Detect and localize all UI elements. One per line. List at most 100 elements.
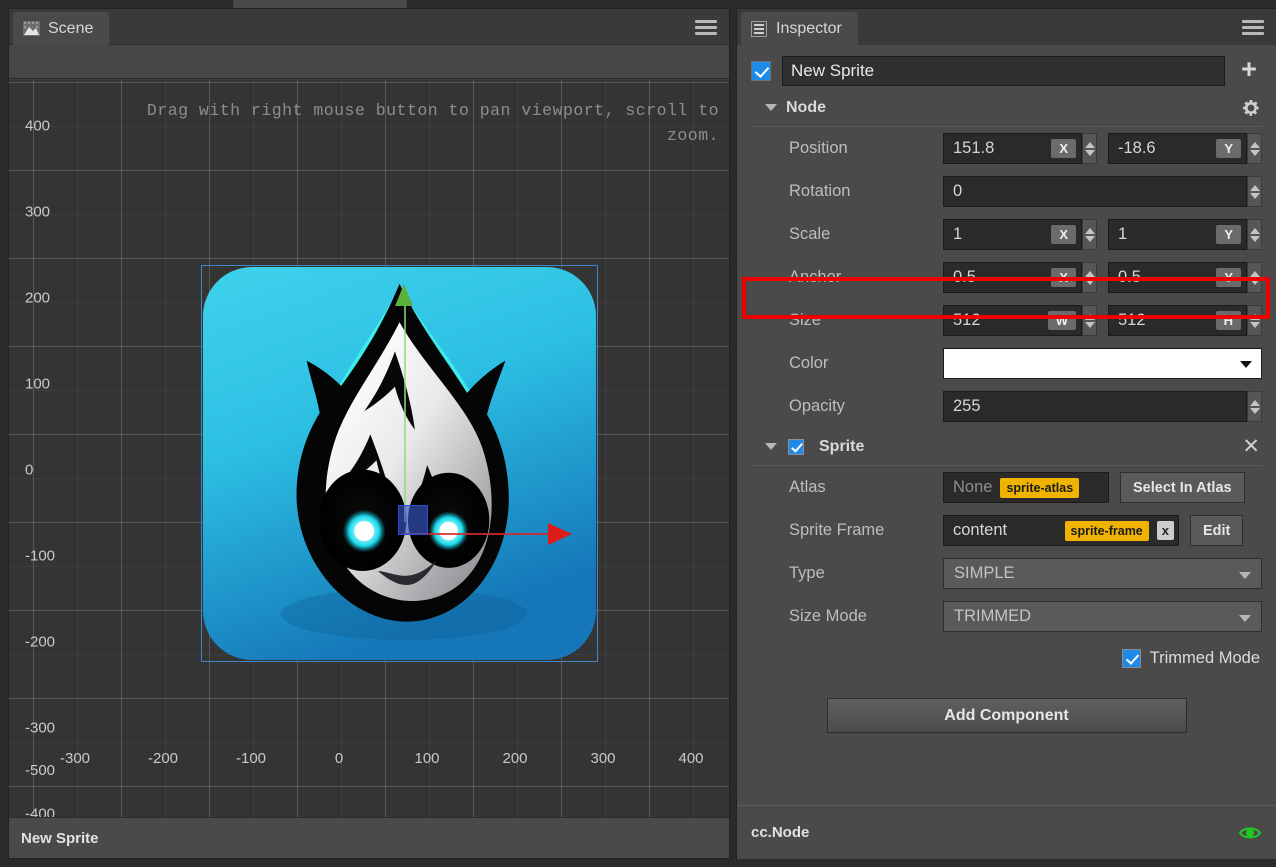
anchor-stepper-y[interactable] [1247, 262, 1262, 293]
add-component-button[interactable]: Add Component [827, 698, 1187, 733]
scale-label: Scale [751, 225, 943, 244]
gizmo-center-handle[interactable] [398, 505, 428, 535]
node-section-header[interactable]: Node [751, 89, 1262, 127]
node-enabled-checkbox[interactable] [751, 61, 771, 81]
inspector-tabbar: Inspector [737, 9, 1276, 45]
sprite-section-title: Sprite [819, 438, 864, 456]
node-name-row: New Sprite + [751, 45, 1262, 89]
size-mode-value: TRIMMED [954, 607, 1031, 626]
position-input-x[interactable]: 151.8X [943, 133, 1082, 164]
tab-scene[interactable]: Scene [13, 12, 109, 45]
size-input-h[interactable]: 512H [1108, 305, 1247, 336]
scene-viewport[interactable]: Drag with right mouse button to pan view… [9, 80, 729, 817]
scale-stepper-x[interactable] [1082, 219, 1097, 250]
caret-down-icon [1250, 279, 1260, 285]
caret-down-icon [1250, 193, 1260, 199]
scene-menu-button[interactable] [695, 20, 717, 35]
eye-icon[interactable] [1238, 825, 1262, 841]
size-value-w: 512 [953, 311, 1048, 330]
gizmo-x-arrow-icon[interactable] [548, 523, 572, 545]
y-tick-100: 100 [25, 376, 50, 393]
caret-down-icon [1250, 150, 1260, 156]
size-stepper-w[interactable] [1082, 305, 1097, 336]
scale-row: Scale1X 1Y [751, 213, 1262, 256]
color-swatch-picker[interactable] [943, 348, 1262, 379]
position-stepper-x[interactable] [1082, 133, 1097, 164]
x-tick--300: -300 [60, 750, 90, 767]
anchor-value-x: 0.5 [953, 268, 1051, 287]
size-stepper-h[interactable] [1247, 305, 1262, 336]
inspector-menu-button[interactable] [1242, 20, 1264, 35]
caret-up-icon [1085, 271, 1095, 277]
type-label: Type [751, 564, 943, 583]
select-in-atlas-button[interactable]: Select In Atlas [1120, 472, 1245, 503]
gizmo-y-axis[interactable] [404, 297, 406, 522]
atlas-label: Atlas [751, 478, 943, 497]
anchor-stepper-x[interactable] [1082, 262, 1097, 293]
scene-toolbar[interactable] [9, 45, 729, 79]
scale-stepper-y[interactable] [1247, 219, 1262, 250]
sprite-frame-row: Sprite Frame content sprite-frame x Edit [751, 509, 1262, 552]
y-tick--300: -300 [25, 720, 55, 737]
trimmed-mode-label: Trimmed Mode [1150, 649, 1260, 668]
scene-tabbar: Scene [9, 9, 729, 45]
type-dropdown[interactable]: SIMPLE [943, 558, 1262, 589]
scene-icon [23, 21, 40, 36]
y-tick-200: 200 [25, 290, 50, 307]
sprite-selection-outline [201, 265, 598, 662]
tab-inspector[interactable]: Inspector [741, 12, 858, 45]
position-label: Position [751, 139, 943, 158]
sprite-frame-value: content [953, 521, 1057, 540]
caret-up-icon [1085, 228, 1095, 234]
chevron-down-icon[interactable] [765, 104, 777, 111]
gizmo-y-arrow-icon[interactable] [395, 284, 413, 306]
x-tick-300: 300 [590, 750, 615, 767]
scale-input-y[interactable]: 1Y [1108, 219, 1247, 250]
position-stepper-y[interactable] [1247, 133, 1262, 164]
editor-window: Scene Drag with right mouse button to pa… [0, 0, 1276, 867]
edit-sprite-frame-button[interactable]: Edit [1190, 515, 1243, 546]
y-tick-0: 0 [25, 462, 33, 479]
selected-sprite[interactable] [201, 265, 598, 662]
caret-down-icon [1250, 408, 1260, 414]
inspector-status-label: cc.Node [751, 824, 1238, 841]
hamburger-menu-icon [695, 20, 717, 23]
caret-up-icon [1250, 185, 1260, 191]
axis-badge-y: Y [1216, 139, 1241, 158]
close-x-icon[interactable]: ✕ [1242, 436, 1260, 457]
position-input-y[interactable]: -18.6Y [1108, 133, 1247, 164]
rotation-stepper-value[interactable] [1247, 176, 1262, 207]
caret-down-icon [1085, 322, 1095, 328]
anchor-input-y[interactable]: 0.5Y [1108, 262, 1247, 293]
node-name-input[interactable]: New Sprite [782, 56, 1225, 86]
chevron-down-icon[interactable] [765, 443, 777, 450]
color-row: Color [751, 342, 1262, 385]
sprite-frame-asset-field[interactable]: content sprite-frame x [943, 515, 1179, 546]
anchor-input-x[interactable]: 0.5X [943, 262, 1082, 293]
sprite-section-header[interactable]: Sprite ✕ [751, 428, 1262, 466]
size-mode-dropdown[interactable]: TRIMMED [943, 601, 1262, 632]
x-tick-100: 100 [414, 750, 439, 767]
trimmed-mode-checkbox[interactable] [1122, 649, 1141, 668]
scene-panel: Scene Drag with right mouse button to pa… [8, 8, 730, 859]
caret-up-icon [1250, 271, 1260, 277]
anchor-label: Anchor [751, 268, 943, 287]
caret-down-icon [1085, 236, 1095, 242]
sprite-enabled-checkbox[interactable] [788, 439, 804, 455]
anchor-value-y: 0.5 [1118, 268, 1216, 287]
caret-up-icon [1250, 400, 1260, 406]
clear-sprite-frame-icon[interactable]: x [1157, 521, 1174, 540]
opacity-stepper[interactable] [1247, 391, 1262, 422]
color-label: Color [751, 354, 943, 373]
size-mode-label: Size Mode [751, 607, 943, 626]
size-input-w[interactable]: 512W [943, 305, 1082, 336]
sprite-frame-badge: sprite-frame [1065, 521, 1149, 541]
atlas-asset-field[interactable]: None sprite-atlas [943, 472, 1109, 503]
scale-value-y: 1 [1118, 225, 1216, 244]
gear-icon[interactable] [1242, 99, 1260, 117]
axis-badge-y: Y [1216, 225, 1241, 244]
rotation-input-value[interactable]: 0 [943, 176, 1247, 207]
scale-input-x[interactable]: 1X [943, 219, 1082, 250]
add-icon[interactable]: + [1236, 58, 1262, 84]
opacity-input[interactable]: 255 [943, 391, 1247, 422]
